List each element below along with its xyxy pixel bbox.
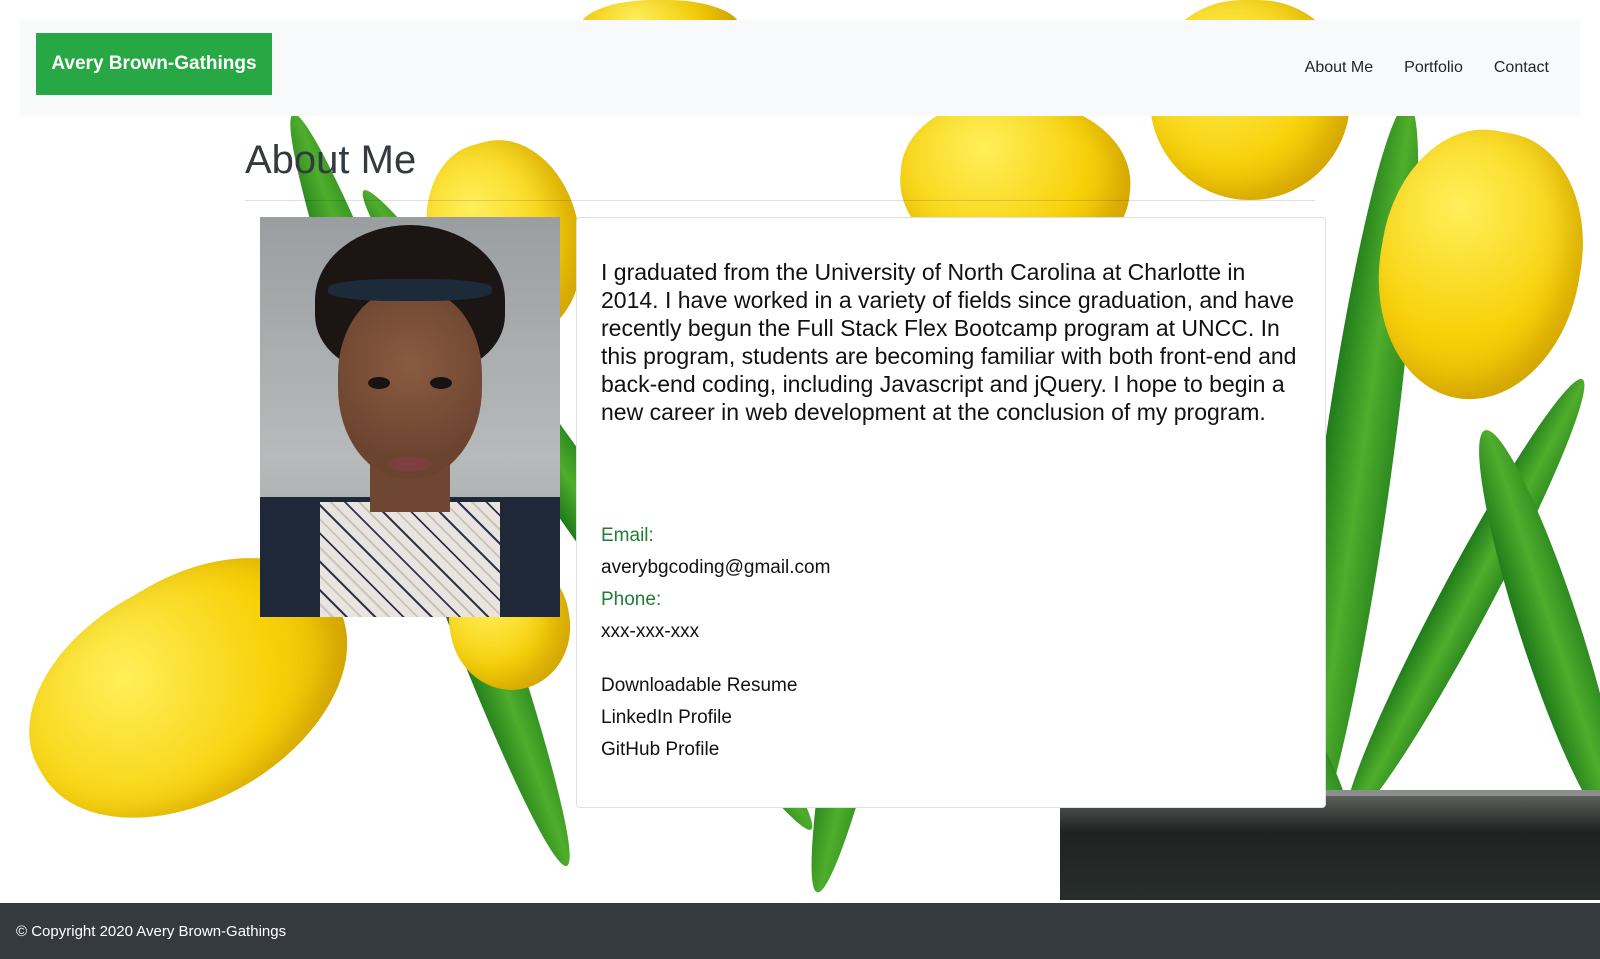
top-navbar: Avery Brown-Gathings About Me Portfolio … (20, 20, 1580, 116)
phone-value: xxx-xxx-xxx (601, 621, 700, 642)
nav-links: About Me Portfolio Contact (1305, 20, 1549, 116)
phone-label: Phone: (601, 589, 662, 610)
copyright-text: © Copyright 2020 Avery Brown-Gathings (16, 922, 287, 940)
profile-links: Downloadable Resume LinkedIn Profile Git… (601, 670, 797, 766)
footer: © Copyright 2020 Avery Brown-Gathings (0, 903, 1600, 959)
linkedin-profile-link[interactable]: LinkedIn Profile (601, 702, 797, 734)
resume-download-link[interactable]: Downloadable Resume (601, 670, 797, 702)
nav-link-contact[interactable]: Contact (1494, 59, 1549, 77)
page-title: About Me (245, 138, 417, 182)
contact-info: Email: averybgcoding@gmail.com Phone: xx… (601, 520, 830, 648)
about-card: I graduated from the University of North… (576, 217, 1326, 808)
profile-photo (260, 217, 560, 617)
email-label: Email: (601, 525, 654, 546)
title-divider (245, 200, 1315, 201)
nav-link-about-me[interactable]: About Me (1305, 59, 1373, 77)
brand-logo-link[interactable]: Avery Brown-Gathings (36, 33, 272, 95)
bio-paragraph: I graduated from the University of North… (601, 259, 1297, 425)
email-value: averybgcoding@gmail.com (601, 557, 831, 578)
github-profile-link[interactable]: GitHub Profile (601, 734, 797, 766)
nav-link-portfolio[interactable]: Portfolio (1404, 59, 1463, 77)
